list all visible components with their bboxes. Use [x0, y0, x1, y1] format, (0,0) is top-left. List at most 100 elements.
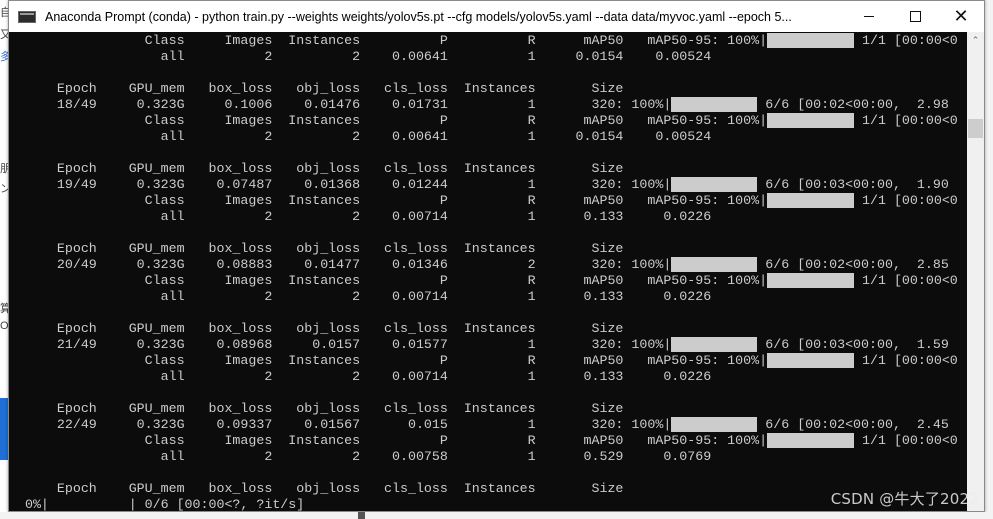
progress-bar-fill [671, 337, 758, 352]
val-progress-tail: 1/1 [00:00<0 [854, 33, 958, 48]
background-glyph: OC [0, 320, 8, 332]
train-header: Epoch GPU_mem box_loss obj_loss cls_loss… [9, 481, 624, 496]
blank-line [9, 465, 967, 481]
window-title: Anaconda Prompt (conda) - python train.p… [45, 9, 792, 24]
console-window: Anaconda Prompt (conda) - python train.p… [8, 0, 985, 512]
background-glyph: 自 [0, 7, 8, 19]
val-header: Class Images Instances P R mAP50 mAP50-9… [9, 193, 768, 208]
maximize-icon [909, 11, 921, 22]
val-header-line: Class Images Instances P R mAP50 mAP50-9… [9, 33, 967, 49]
background-blue-banner [0, 398, 8, 460]
train-header: Epoch GPU_mem box_loss obj_loss cls_loss… [9, 401, 624, 416]
val-result-line: all 2 2 0.00714 1 0.133 0.0226 [9, 289, 967, 305]
blank-line [9, 385, 967, 401]
val-result-line: all 2 2 0.00641 1 0.0154 0.00524 [9, 49, 967, 65]
close-button[interactable]: ✕ [938, 1, 984, 32]
val-result-line: all 2 2 0.00714 1 0.133 0.0226 [9, 369, 967, 385]
val-progress-tail: 1/1 [00:00<0 [854, 353, 958, 368]
val-header: Class Images Instances P R mAP50 mAP50-9… [9, 33, 768, 48]
train-progress: 22/49 0.323G 0.09337 0.01567 0.015 1 320… [9, 417, 672, 432]
progress-bar-fill [767, 113, 855, 128]
vertical-scrollbar[interactable]: ⌃ [967, 32, 984, 511]
background-glyph: 多 [0, 51, 8, 63]
val-header: Class Images Instances P R mAP50 mAP50-9… [9, 273, 768, 288]
console-app-icon [18, 10, 36, 23]
train-progress-tail: 6/6 [00:03<00:00, 1.59 [757, 337, 949, 352]
train-progress: 21/49 0.323G 0.08968 0.0157 0.01577 1 32… [9, 337, 672, 352]
train-progress-line: 19/49 0.323G 0.07487 0.01368 0.01244 1 3… [9, 177, 967, 193]
train-progress-line: 21/49 0.323G 0.08968 0.0157 0.01577 1 32… [9, 337, 967, 353]
val-result-line: all 2 2 0.00714 1 0.133 0.0226 [9, 209, 967, 225]
progress-bar-fill [767, 273, 855, 288]
console-text-segment [9, 225, 17, 240]
val-progress-tail: 1/1 [00:00<0 [854, 193, 958, 208]
val-header-line: Class Images Instances P R mAP50 mAP50-9… [9, 353, 967, 369]
train-progress: 19/49 0.323G 0.07487 0.01368 0.01244 1 3… [9, 177, 672, 192]
background-glyph: 又 [0, 29, 8, 41]
val-header-line: Class Images Instances P R mAP50 mAP50-9… [9, 113, 967, 129]
val-header-line: Class Images Instances P R mAP50 mAP50-9… [9, 273, 967, 289]
train-progress-tail: 6/6 [00:02<00:00, 2.85 [757, 257, 949, 272]
blank-line [9, 225, 967, 241]
blank-line [9, 145, 967, 161]
train-progress: 20/49 0.323G 0.08883 0.01477 0.01346 2 3… [9, 257, 672, 272]
train-progress-line: 22/49 0.323G 0.09337 0.01567 0.015 1 320… [9, 417, 967, 433]
background-below-window [0, 512, 993, 519]
blank-line [9, 305, 967, 321]
current-progress-line: 0%| | 0/6 [00:00<?, ?it/s] [9, 497, 967, 511]
minimize-icon [864, 16, 874, 17]
progress-bar-fill [767, 353, 855, 368]
progress-bar-fill [767, 33, 855, 48]
val-header-line: Class Images Instances P R mAP50 mAP50-9… [9, 433, 967, 449]
train-header: Epoch GPU_mem box_loss obj_loss cls_loss… [9, 321, 624, 336]
train-progress-line: 18/49 0.323G 0.1006 0.01476 0.01731 1 32… [9, 97, 967, 113]
background-glyph: 朋 [0, 163, 8, 175]
progress-bar-fill [671, 257, 758, 272]
console-text-segment [9, 385, 17, 400]
console-text-segment [9, 465, 17, 480]
train-header-line: Epoch GPU_mem box_loss obj_loss cls_loss… [9, 401, 967, 417]
train-header-line: Epoch GPU_mem box_loss obj_loss cls_loss… [9, 161, 967, 177]
progress-bar-fill [767, 433, 855, 448]
val-header: Class Images Instances P R mAP50 mAP50-9… [9, 433, 768, 448]
val-result: all 2 2 0.00714 1 0.133 0.0226 [9, 209, 712, 224]
blank-line [9, 65, 967, 81]
maximize-button[interactable] [892, 1, 938, 32]
scroll-thumb[interactable] [968, 119, 983, 138]
console-text-segment [9, 145, 17, 160]
chevron-up-icon: ⌃ [971, 35, 980, 45]
train-header: Epoch GPU_mem box_loss obj_loss cls_loss… [9, 241, 624, 256]
background-fragment [358, 512, 365, 519]
train-header: Epoch GPU_mem box_loss obj_loss cls_loss… [9, 161, 624, 176]
title-bar[interactable]: Anaconda Prompt (conda) - python train.p… [9, 1, 984, 32]
val-result: all 2 2 0.00641 1 0.0154 0.00524 [9, 129, 712, 144]
progress-bar-fill [671, 417, 758, 432]
val-progress-tail: 1/1 [00:00<0 [854, 433, 958, 448]
console-text: Class Images Instances P R mAP50 mAP50-9… [9, 32, 967, 511]
train-header-line: Epoch GPU_mem box_loss obj_loss cls_loss… [9, 81, 967, 97]
train-header-line: Epoch GPU_mem box_loss obj_loss cls_loss… [9, 321, 967, 337]
train-progress-line: 20/49 0.323G 0.08883 0.01477 0.01346 2 3… [9, 257, 967, 273]
train-progress: 18/49 0.323G 0.1006 0.01476 0.01731 1 32… [9, 97, 672, 112]
val-header: Class Images Instances P R mAP50 mAP50-9… [9, 353, 768, 368]
train-header: Epoch GPU_mem box_loss obj_loss cls_loss… [9, 81, 624, 96]
val-result: all 2 2 0.00758 1 0.529 0.0769 [9, 449, 712, 464]
train-progress-tail: 6/6 [00:02<00:00, 2.45 [757, 417, 949, 432]
val-header-line: Class Images Instances P R mAP50 mAP50-9… [9, 193, 967, 209]
val-result: all 2 2 0.00714 1 0.133 0.0226 [9, 369, 712, 384]
current-progress: 0%| | 0/6 [00:00<?, ?it/s] [9, 497, 305, 511]
background-glyph: ン [0, 183, 8, 195]
scroll-up-button[interactable]: ⌃ [967, 32, 984, 49]
console-output[interactable]: Class Images Instances P R mAP50 mAP50-9… [9, 32, 967, 511]
console-text-segment [9, 65, 17, 80]
val-result: all 2 2 0.00714 1 0.133 0.0226 [9, 289, 712, 304]
progress-bar-fill [671, 177, 758, 192]
minimize-button[interactable] [846, 1, 892, 32]
val-header: Class Images Instances P R mAP50 mAP50-9… [9, 113, 768, 128]
background-glyph: 算 [0, 303, 8, 315]
console-text-segment [9, 305, 17, 320]
val-result-line: all 2 2 0.00641 1 0.0154 0.00524 [9, 129, 967, 145]
background-page-edge: 自 又 多 朋 ン 算 OC [0, 0, 8, 519]
train-progress-tail: 6/6 [00:02<00:00, 2.98 [757, 97, 949, 112]
val-progress-tail: 1/1 [00:00<0 [854, 273, 958, 288]
